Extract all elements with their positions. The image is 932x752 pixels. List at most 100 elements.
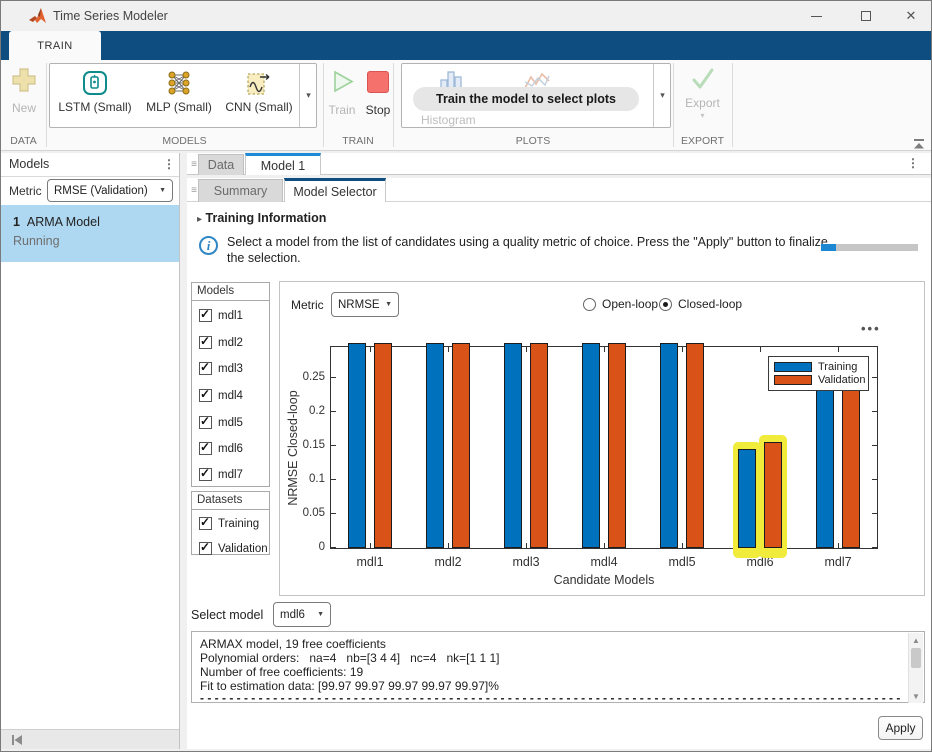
plots-gallery-dropdown[interactable]: ▾ xyxy=(653,64,671,127)
gallery-item-lstm[interactable]: LSTM (Small) xyxy=(54,66,136,126)
training-progress-fill xyxy=(821,244,836,251)
histogram-label: Histogram xyxy=(421,113,476,127)
model-details-textbox[interactable]: ARMAX model, 19 free coefficients Polyno… xyxy=(191,631,925,703)
tab-train[interactable]: TRAIN xyxy=(9,31,101,60)
bar-mdl5-validation[interactable] xyxy=(686,343,704,548)
bar-mdl4-training[interactable] xyxy=(582,343,600,548)
train-play-icon xyxy=(330,69,355,94)
x-tick xyxy=(682,347,683,352)
bar-mdl7-validation[interactable] xyxy=(842,381,860,548)
bar-mdl3-validation[interactable] xyxy=(530,343,548,548)
tab-data[interactable]: Data xyxy=(198,154,244,175)
bar-mdl6-validation[interactable] xyxy=(764,442,782,548)
x-tick-label: mdl1 xyxy=(340,555,400,569)
collapse-ribbon-icon[interactable] xyxy=(911,138,927,150)
checkbox-mdl6[interactable]: ✓mdl6 xyxy=(199,442,243,455)
y-tick-label: 0.05 xyxy=(287,507,325,519)
metric-dropdown-value: RMSE (Validation) xyxy=(54,185,148,197)
bar-mdl7-training[interactable] xyxy=(816,381,834,548)
legend-row: Training xyxy=(774,361,862,373)
chart-metric-dropdown[interactable]: NRMSE ▼ xyxy=(331,292,399,317)
gallery-item-mlp[interactable]: MLP (Small) xyxy=(140,66,218,126)
checkbox-validation[interactable]: ✓Validation xyxy=(199,542,268,555)
models-gallery-dropdown[interactable]: ▾ xyxy=(299,64,317,127)
train-button[interactable]: Train xyxy=(325,63,359,127)
scroll-up-icon[interactable]: ▲ xyxy=(909,633,923,647)
radio-open-loop[interactable]: Open-loop xyxy=(583,297,658,311)
tab-model-selector[interactable]: Model Selector xyxy=(284,178,386,202)
x-axis-label: Candidate Models xyxy=(331,573,877,587)
y-tick xyxy=(872,479,877,480)
section-label-plots: PLOTS xyxy=(393,134,673,148)
legend-label: Validation xyxy=(818,374,866,386)
close-button[interactable]: ✕ xyxy=(891,1,931,31)
export-button[interactable]: Export ▾ xyxy=(675,63,730,127)
matlab-logo-icon xyxy=(28,7,48,26)
tab-model-1[interactable]: Model 1 xyxy=(245,153,321,175)
checkbox-mdl4[interactable]: ✓mdl4 xyxy=(199,389,243,402)
section-label-models: MODELS xyxy=(46,134,323,148)
stop-button[interactable]: Stop xyxy=(361,63,395,127)
checkbox-mdl1[interactable]: ✓mdl1 xyxy=(199,309,243,322)
bar-mdl6-training[interactable] xyxy=(738,449,756,548)
models-group-title: Models xyxy=(192,283,269,301)
document-tab-menu-icon[interactable]: ⋮ xyxy=(907,156,919,170)
bar-mdl4-validation[interactable] xyxy=(608,343,626,548)
select-model-dropdown[interactable]: mdl6 ▼ xyxy=(273,602,331,627)
details-scrollbar[interactable]: ▲ ▼ xyxy=(908,633,923,703)
new-plus-icon xyxy=(11,67,37,93)
checkbox-mdl7[interactable]: ✓mdl7 xyxy=(199,468,243,481)
x-tick xyxy=(526,543,527,548)
detail-line: Number of free coefficients: 19 xyxy=(200,665,363,679)
scroll-down-icon[interactable]: ▼ xyxy=(909,689,923,703)
x-tick xyxy=(448,543,449,548)
models-panel-title: Models xyxy=(9,157,49,171)
checkbox-training[interactable]: ✓Training xyxy=(199,517,259,530)
x-tick xyxy=(604,347,605,352)
y-tick-label: 0.25 xyxy=(287,371,325,383)
x-tick xyxy=(604,543,605,548)
checkbox-mdl3[interactable]: ✓mdl3 xyxy=(199,362,243,375)
bar-mdl1-training[interactable] xyxy=(348,343,366,548)
x-tick xyxy=(838,543,839,548)
x-tick-label: mdl5 xyxy=(652,555,712,569)
info-icon: i xyxy=(199,236,218,255)
y-tick xyxy=(872,513,877,514)
gallery-item-cnn[interactable]: CNN (Small) xyxy=(218,66,300,126)
checkbox-mdl5[interactable]: ✓mdl5 xyxy=(199,416,243,429)
bar-mdl3-training[interactable] xyxy=(504,343,522,548)
collapse-panel-icon[interactable] xyxy=(9,733,25,747)
training-info-line1: Select a model from the list of candidat… xyxy=(227,235,828,249)
tab-summary[interactable]: Summary xyxy=(198,179,283,202)
training-info-header[interactable]: ▸ Training Information xyxy=(197,211,326,225)
bar-mdl2-validation[interactable] xyxy=(452,343,470,548)
bar-mdl1-validation[interactable] xyxy=(374,343,392,548)
model-item-status: Running xyxy=(13,234,60,248)
x-tick xyxy=(838,347,839,352)
metric-dropdown[interactable]: RMSE (Validation) ▼ xyxy=(47,179,173,202)
section-label-export: EXPORT xyxy=(673,134,732,148)
maximize-button[interactable] xyxy=(846,1,886,31)
models-panel-menu-icon[interactable]: ⋮ xyxy=(163,157,175,171)
datasets-groupbox: Datasets ✓Training ✓Validation xyxy=(191,491,270,555)
minimize-button[interactable] xyxy=(796,1,836,31)
chart-legend: TrainingValidation xyxy=(768,356,869,391)
chart-options-icon[interactable]: ••• xyxy=(861,321,881,336)
model-list-item-selected[interactable]: 1 ARMA Model Running xyxy=(1,205,179,262)
legend-swatch xyxy=(774,362,812,372)
models-browser-panel: Models ⋮ Metric RMSE (Validation) ▼ 1 AR… xyxy=(1,153,180,749)
models-groupbox: Models ✓mdl1 ✓mdl2 ✓mdl3 ✓mdl4 ✓mdl5 ✓md… xyxy=(191,282,270,487)
app-window: Time Series Modeler ✕ TRAIN New DATA LST… xyxy=(0,0,932,752)
radio-closed-loop[interactable]: Closed-loop xyxy=(659,297,742,311)
new-button[interactable]: New xyxy=(5,63,43,125)
x-tick-label: mdl4 xyxy=(574,555,634,569)
bar-mdl2-training[interactable] xyxy=(426,343,444,548)
x-tick xyxy=(526,347,527,352)
x-tick xyxy=(760,347,761,352)
x-tick xyxy=(370,543,371,548)
bar-mdl5-training[interactable] xyxy=(660,343,678,548)
checkbox-mdl2[interactable]: ✓mdl2 xyxy=(199,336,243,349)
scroll-thumb[interactable] xyxy=(911,648,921,668)
section-label-train: TRAIN xyxy=(323,134,393,148)
apply-button[interactable]: Apply xyxy=(878,716,923,740)
